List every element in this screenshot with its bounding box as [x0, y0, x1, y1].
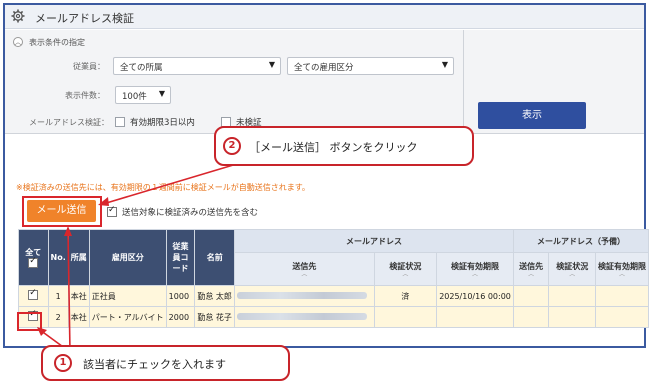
row-status: [373, 306, 438, 328]
row-status: 済: [373, 285, 438, 307]
callout-step2: 2 ［メール送信］ ボタンをクリック: [214, 126, 474, 166]
expiry2-label: 検証有効期限: [598, 261, 646, 271]
table-row[interactable]: 1 本社 正社員 1000 勤怠 太郎 済 2025/10/16 00:00: [18, 285, 649, 307]
filter-panel: ︿ 表示条件の指定 従業員： 全ての所属 ▼ 全ての雇用区分 ▼ 表示件数： 1…: [5, 30, 644, 134]
send-to2-label: 送信先: [519, 261, 544, 271]
row-expiry: 2025/10/16 00:00: [436, 285, 514, 307]
redacted-email: [237, 291, 368, 299]
dropdown-arrow-icon: ▼: [268, 60, 275, 69]
row-expiry2: [595, 285, 649, 307]
employee-table: 全て No. 所属 雇用区分 従業員コード 名前 メールアドレス メールアドレス…: [18, 229, 649, 328]
notice-text: ※検証済みの送信先には、有効期限の１週間前に検証メールが自動送信されます。: [16, 183, 310, 192]
row-checkbox-highlight: [17, 312, 42, 331]
expiry-header[interactable]: 検証有効期限 ︿: [436, 252, 514, 286]
row-send-to2: [512, 306, 550, 328]
sort-icon: ︿: [569, 270, 576, 278]
callout-step1: 1 該当者にチェックを入れます: [41, 345, 290, 381]
row-status2: [548, 285, 596, 307]
send-to2-header[interactable]: 送信先 ︿: [512, 252, 550, 286]
valid3days-checkbox[interactable]: [115, 117, 125, 127]
status2-label: 検証状況: [556, 261, 589, 271]
row-employment: 正社員: [88, 285, 167, 307]
valid3days-label: 有効期限3日以内: [130, 118, 195, 128]
emp-code-header[interactable]: 従業員コード: [165, 229, 196, 286]
no-header[interactable]: No.: [47, 229, 69, 286]
status2-header[interactable]: 検証状況 ︿: [548, 252, 596, 286]
row-email-redacted: [234, 306, 375, 328]
row-expiry: [436, 306, 514, 328]
sort-icon: ︿: [528, 270, 535, 278]
step1-number-badge: 1: [54, 354, 72, 372]
rows-select-value: 100件: [122, 92, 147, 102]
row-send-to2: [512, 285, 550, 307]
include-verified-label: 送信対象に検証済みの送信先を含む: [122, 208, 259, 218]
row-checkbox[interactable]: [28, 288, 39, 300]
table-row[interactable]: 2 本社 パート・アルバイト 2000 勤怠 花子: [18, 306, 649, 328]
expiry2-header[interactable]: 検証有効期限 ︿: [595, 252, 649, 286]
row-expiry2: [595, 306, 649, 328]
department-select-value: 全ての所属: [120, 63, 163, 73]
department-select[interactable]: 全ての所属 ▼: [113, 57, 281, 75]
sort-icon: ︿: [618, 270, 625, 278]
rows-select[interactable]: 100件 ▼: [115, 86, 171, 104]
status-header[interactable]: 検証状況 ︿: [373, 252, 438, 286]
dropdown-arrow-icon: ▼: [441, 60, 448, 69]
page-title: メールアドレス検証: [35, 12, 134, 25]
title-bar: メールアドレス検証: [5, 5, 644, 29]
row-employment: パート・アルバイト: [88, 306, 167, 328]
show-button[interactable]: 表示: [478, 102, 586, 129]
row-dept: 本社: [67, 285, 90, 307]
chevron-up-icon[interactable]: ︿: [13, 37, 23, 47]
sort-icon: ︿: [402, 270, 409, 278]
employment-select[interactable]: 全ての雇用区分 ▼: [287, 57, 454, 75]
mail-send-highlight: [22, 196, 102, 227]
step2-text: ［メール送信］ ボタンをクリック: [249, 141, 418, 154]
row-no: 2: [47, 306, 69, 328]
row-name: 勤怠 太郎: [194, 285, 236, 307]
row-no: 1: [47, 285, 69, 307]
employee-label: 従業員：: [73, 62, 105, 71]
dropdown-arrow-icon: ▼: [158, 89, 165, 98]
dept-header[interactable]: 所属: [67, 229, 90, 286]
select-all-header: 全て: [18, 229, 49, 286]
row-email-redacted: [234, 285, 375, 307]
row-dept: 本社: [67, 306, 90, 328]
employment-select-value: 全ての雇用区分: [294, 63, 354, 73]
send-to-header[interactable]: 送信先 ︿: [234, 252, 375, 286]
select-all-checkbox[interactable]: [28, 256, 39, 268]
gear-icon: [11, 9, 25, 23]
mail-verify-label: メールアドレス検証：: [29, 118, 109, 127]
row-select-cell[interactable]: [18, 285, 49, 307]
step2-number-badge: 2: [223, 137, 241, 155]
divider: [463, 30, 464, 134]
row-code: 2000: [165, 306, 196, 328]
employment-header[interactable]: 雇用区分: [88, 229, 167, 286]
email-spare-group-header: メールアドレス（予備）: [512, 229, 649, 253]
rows-label: 表示件数：: [65, 91, 105, 100]
filter-section-label: 表示条件の指定: [29, 38, 85, 47]
name-header[interactable]: 名前: [194, 229, 236, 286]
row-name: 勤怠 花子: [194, 306, 236, 328]
email-group-header: メールアドレス: [234, 229, 514, 253]
include-verified-checkbox[interactable]: [107, 205, 117, 217]
send-to-label: 送信先: [292, 261, 317, 271]
sort-icon: ︿: [301, 270, 308, 278]
redacted-email: [237, 312, 368, 320]
status-label: 検証状況: [389, 261, 422, 271]
row-status2: [548, 306, 596, 328]
step1-text: 該当者にチェックを入れます: [83, 358, 226, 371]
expiry-label: 検証有効期限: [451, 261, 500, 271]
row-code: 1000: [165, 285, 196, 307]
sort-icon: ︿: [472, 270, 479, 278]
